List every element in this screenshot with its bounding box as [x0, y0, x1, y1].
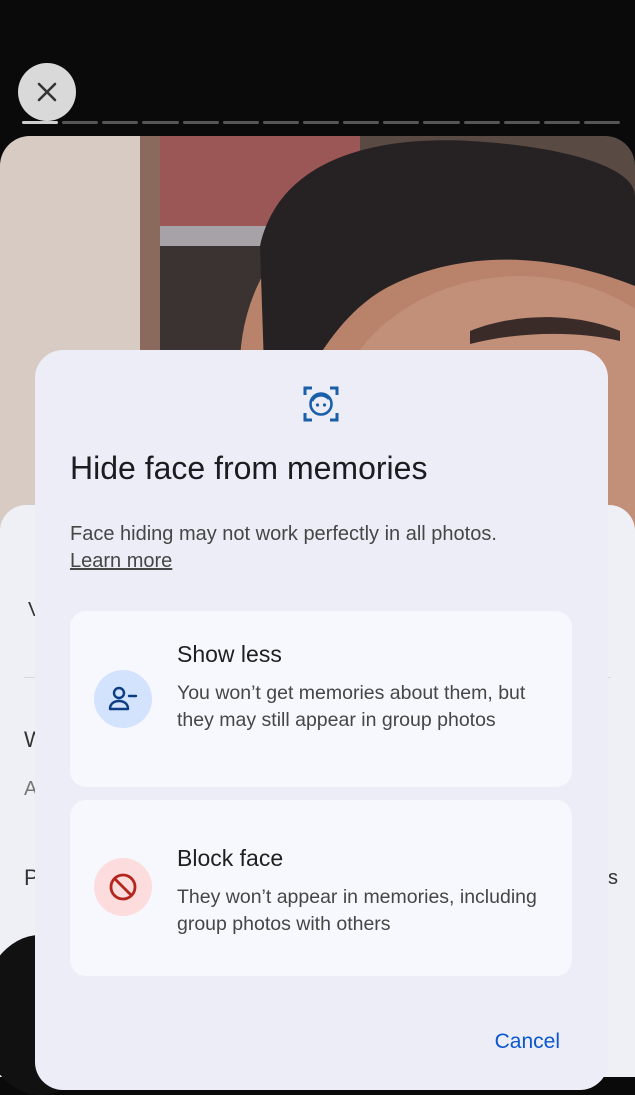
dialog-description: Face hiding may not work perfectly in al… — [70, 521, 580, 575]
show-less-description: You won’t get memories about them, but t… — [177, 682, 526, 731]
show-less-icon-badge — [94, 670, 152, 728]
close-button[interactable] — [18, 63, 76, 121]
block-face-icon-badge — [94, 858, 152, 916]
progress-segment — [262, 121, 299, 124]
face-scan-icon — [303, 386, 339, 422]
progress-segment — [463, 121, 500, 124]
progress-segment — [62, 121, 99, 124]
progress-segment — [543, 121, 580, 124]
progress-segment — [583, 121, 621, 124]
block-face-title: Block face — [177, 845, 284, 871]
block-face-description: They won’t appear in memories, including… — [177, 886, 537, 935]
person-minus-icon — [108, 686, 138, 711]
dialog-description-text: Face hiding may not work perfectly in al… — [70, 523, 497, 545]
progress-segment — [142, 121, 179, 124]
progress-segment — [423, 121, 460, 124]
block-icon — [109, 873, 137, 901]
progress-segment — [302, 121, 340, 124]
show-less-option[interactable]: Show less You won’t get memories about t… — [70, 611, 572, 787]
progress-segment — [503, 121, 540, 124]
dialog-title: Hide face from memories — [70, 450, 428, 486]
cancel-button[interactable]: Cancel — [495, 1030, 560, 1054]
show-less-title: Show less — [177, 641, 282, 667]
block-face-option[interactable]: Block face They won’t appear in memories… — [70, 800, 572, 976]
progress-segment — [343, 121, 380, 124]
learn-more-link[interactable]: Learn more — [70, 550, 172, 572]
close-icon — [37, 82, 57, 102]
progress-segment — [22, 121, 59, 124]
progress-segment — [383, 121, 420, 124]
hide-face-dialog: Hide face from memories Face hiding may … — [35, 350, 608, 1090]
progress-segment — [222, 121, 259, 124]
story-progress — [22, 121, 621, 125]
sheet-text-fragment: s — [608, 867, 618, 889]
progress-segment — [102, 121, 139, 124]
progress-segment — [182, 121, 219, 124]
